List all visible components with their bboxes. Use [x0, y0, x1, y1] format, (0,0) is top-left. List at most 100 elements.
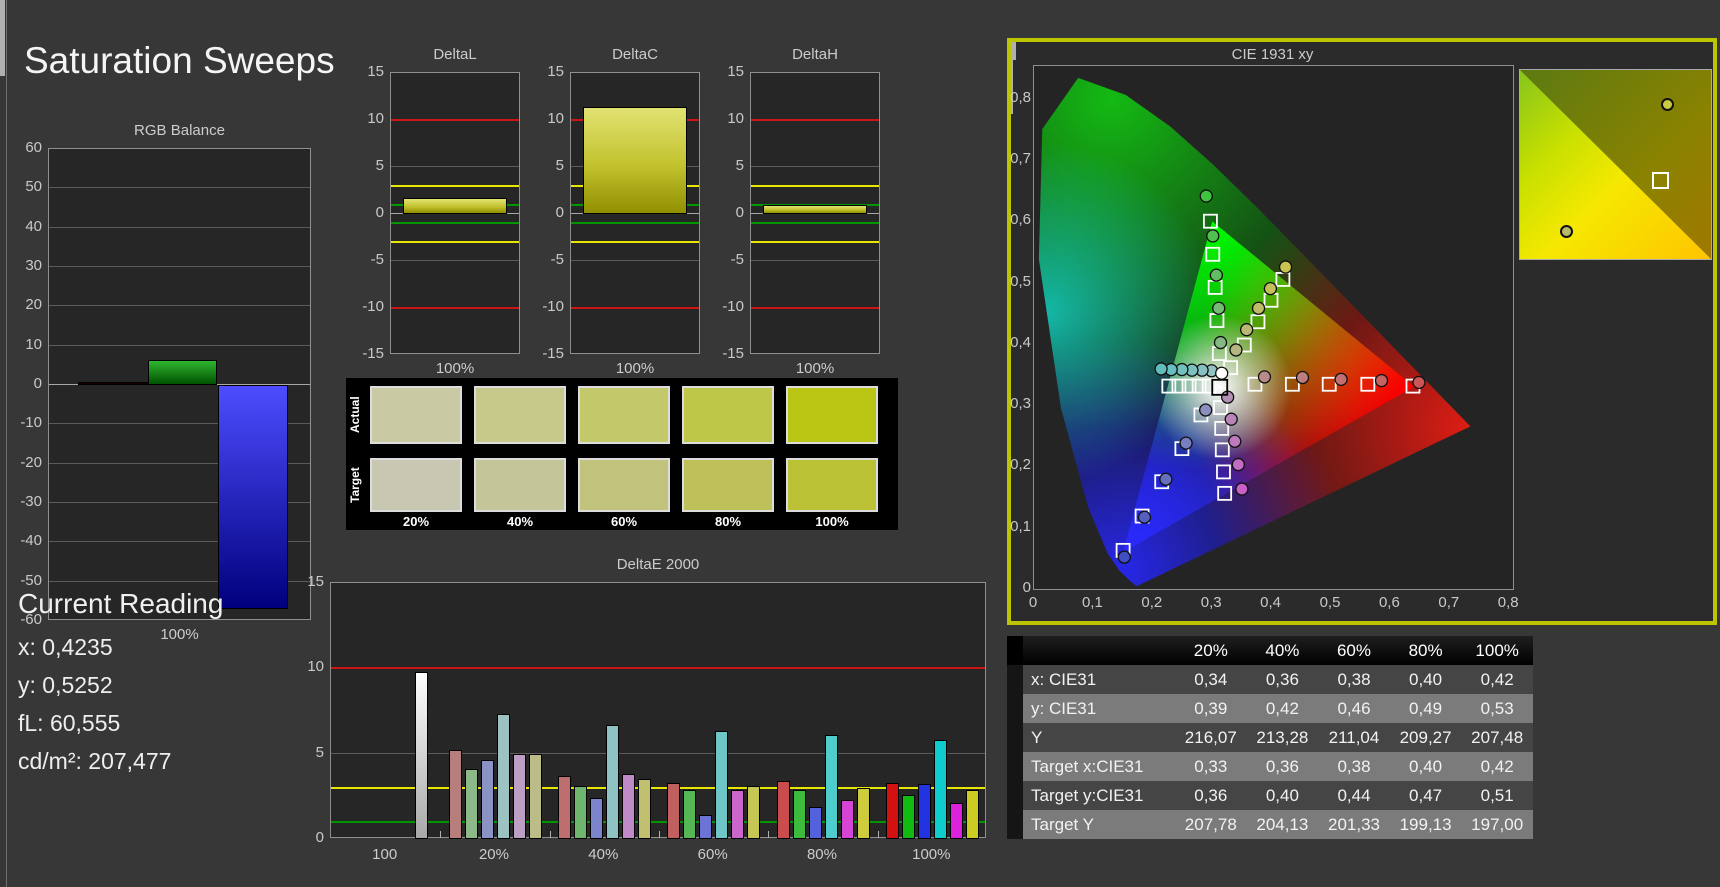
rgb-y-tick-label: 30 [25, 257, 42, 274]
delta-bar [763, 204, 867, 214]
table-corner-cell [1007, 781, 1023, 810]
gridline [49, 266, 310, 267]
deltae-bar [415, 671, 429, 839]
cie-chart-title: CIE 1931 xy [1231, 46, 1314, 63]
deltae-x-label: 60% [697, 846, 728, 863]
delta-y-tick-label: 10 [727, 110, 744, 127]
table-cell: 0,36 [1246, 752, 1319, 781]
table-corner-cell [1007, 694, 1023, 723]
delta-chart-title: DeltaH [792, 46, 838, 63]
rgb-y-tick-label: 50 [25, 178, 42, 196]
saturation-sweeps-page: Saturation Sweeps RGB Balance 60 50 40 30 20 1… [0, 0, 1720, 887]
swatch-actual-40% [474, 386, 566, 444]
current-reading-x: x: 0,4235 [18, 634, 113, 660]
cie-measured-circle-icon [1206, 229, 1220, 243]
deltae-bar [949, 803, 963, 839]
deltae-bar [557, 775, 571, 839]
reference-line [751, 222, 879, 225]
table-cell: 197,00 [1461, 810, 1533, 839]
cie-measured-circle-icon [1199, 403, 1213, 417]
delta-chart-plot [570, 72, 700, 354]
swatch-target-20% [370, 458, 462, 512]
cie-x-tick-label: 0 [1028, 594, 1038, 611]
reference-line [391, 307, 519, 309]
deltae-bar [917, 784, 931, 839]
deltae-bar [747, 786, 761, 839]
delta-y-tick-label: 0 [555, 204, 564, 221]
table-cell: 211,04 [1318, 723, 1390, 752]
gridline [751, 260, 879, 261]
rgb-bar-red [78, 381, 148, 385]
current-reading-y: y: 0,5252 [18, 672, 113, 698]
color-swatch-panel[interactable]: Actual Target 20% 40% 60% 80% 100% [346, 378, 898, 530]
cie-zoom-inset [1519, 69, 1712, 260]
swatch-col-label: 40% [506, 514, 534, 529]
deltae-x-label: 100% [912, 846, 951, 863]
cie-y-tick-label: 0,8 [1010, 88, 1031, 106]
cie-measured-circle-icon [1213, 335, 1228, 350]
delta-y-tick-label: 5 [555, 157, 564, 174]
cie-1931-panel[interactable]: CIE 1931 xy 0 0,1 0,2 0,3 0,4 0,5 0,6 0,7 0,8 0 0,… [1007, 38, 1717, 625]
cie-measured-circle-icon [1215, 366, 1229, 380]
cie-measured-circle-icon [1199, 189, 1213, 203]
table-row-label: Target x:CIE31 [1023, 752, 1175, 781]
reference-line [391, 222, 519, 225]
cie-x-tick-label: 0,3 [1200, 594, 1222, 611]
deltae-bar [699, 815, 713, 839]
deltae-bar [840, 799, 854, 839]
table-cell: 0,39 [1175, 694, 1247, 723]
deltae-group-tick [768, 831, 770, 838]
rgb-balance-chart[interactable]: RGB Balance 60 50 40 30 20 10 0 -10 -20 -30 -40 -50-… [0, 0, 1720, 643]
cie-x-tick-label: 0,2 [1141, 594, 1163, 611]
delta-y-tick-label: 0 [735, 204, 744, 221]
deltae-bar [573, 786, 587, 839]
table-row-label: y: CIE31 [1023, 694, 1175, 723]
table-row-label: x: CIE31 [1023, 665, 1175, 694]
table-row-label: Target Y [1023, 810, 1175, 839]
cie-y-tick-label: 0,4 [1010, 333, 1031, 351]
deltae-y-tick-label: 10 [307, 658, 324, 676]
table-cell: 0,40 [1389, 665, 1462, 694]
reference-line [751, 119, 879, 121]
delta-y-tick-label: 15 [367, 63, 384, 80]
gridline [49, 187, 310, 189]
delta-chart-title: DeltaC [612, 46, 658, 63]
swatch-target-40% [474, 458, 566, 512]
deltae-bar [683, 789, 697, 839]
table-cell: 0,53 [1461, 694, 1533, 723]
deltae-bar [856, 787, 870, 839]
swatch-col-label: 100% [815, 514, 849, 529]
table-cell: 0,34 [1175, 665, 1247, 694]
table-corner-cell [1007, 810, 1023, 839]
delta-y-tick-label: -5 [550, 251, 564, 268]
swatch-col-label: 60% [610, 514, 638, 529]
window-edge-line [6, 0, 7, 887]
table-cell: 0,51 [1461, 781, 1533, 810]
deltae-bar [933, 740, 947, 839]
deltae-bar [464, 769, 478, 839]
reference-line [571, 222, 699, 225]
cie-measured-circle-icon [1231, 457, 1245, 472]
cie-y-tick-label: 0,5 [1010, 272, 1031, 290]
cie-y-tick-label: 0,3 [1010, 395, 1031, 413]
delta-y-tick-label: 5 [735, 157, 744, 174]
current-reading-heading: Current Reading [18, 588, 224, 619]
reference-line [571, 241, 699, 244]
delta-y-tick-label: 15 [727, 63, 744, 80]
table-cell: 0,49 [1389, 694, 1462, 723]
table-corner-cell [1007, 636, 1023, 665]
current-reading-fl: fL: 60,555 [18, 710, 121, 736]
cie-measured-circle-icon [1295, 370, 1310, 385]
cie-chromaticity-diagram [1038, 77, 1471, 586]
table-header-cell: 80% [1408, 641, 1443, 660]
table-row-label: Y [1023, 723, 1175, 752]
gridline [49, 305, 310, 307]
table-cell: 0,40 [1246, 781, 1319, 810]
swatch-actual-80% [682, 386, 774, 444]
deltae-bar [512, 753, 526, 839]
cie-y-tick-label: 0,7 [1010, 149, 1031, 167]
deltae-group-tick [659, 831, 660, 838]
deltae-bar [667, 782, 681, 839]
deltae-bar [731, 789, 745, 839]
table-cell: 0,33 [1175, 752, 1247, 781]
